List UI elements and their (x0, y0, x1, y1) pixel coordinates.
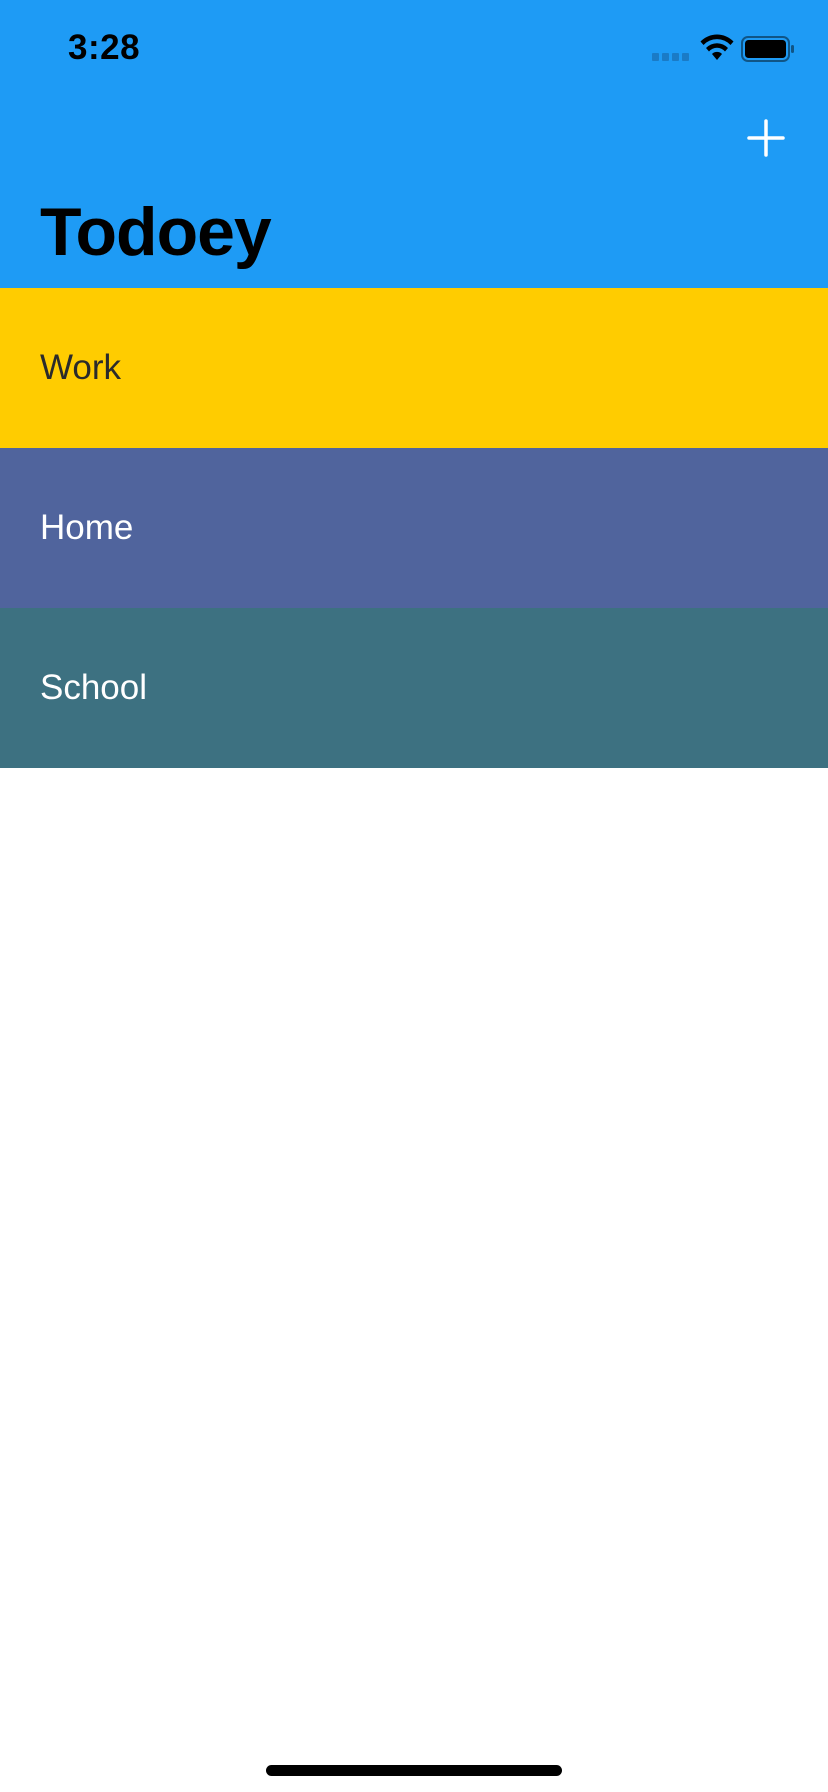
app-screen: 3:28 Todoey Work Home School (0, 0, 828, 1792)
cellular-signal-icon (652, 53, 692, 61)
battery-icon (741, 36, 795, 62)
category-row-school[interactable]: School (0, 608, 828, 768)
plus-icon (747, 119, 785, 157)
page-title: Todoey (40, 194, 272, 270)
category-list: Work Home School (0, 288, 828, 768)
category-label: Home (40, 508, 134, 547)
navigation-header: 3:28 Todoey (0, 0, 828, 288)
status-bar: 3:28 (0, 0, 828, 96)
status-time: 3:28 (68, 28, 141, 67)
category-row-work[interactable]: Work (0, 288, 828, 448)
home-indicator[interactable] (266, 1765, 562, 1776)
category-row-home[interactable]: Home (0, 448, 828, 608)
category-label: School (40, 668, 148, 707)
add-category-button[interactable] (740, 112, 792, 164)
category-label: Work (40, 348, 122, 387)
wifi-icon (700, 34, 734, 62)
